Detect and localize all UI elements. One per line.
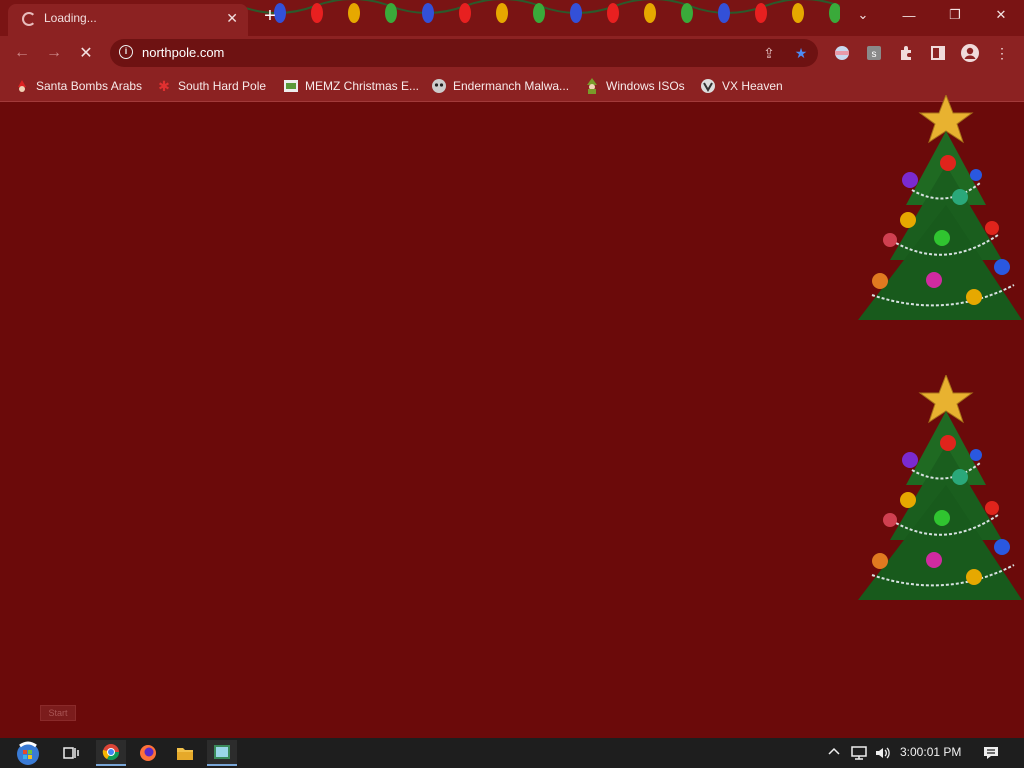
christmas-tree-image xyxy=(858,95,1022,320)
extensions-puzzle-icon[interactable] xyxy=(896,43,916,63)
taskbar-chrome[interactable] xyxy=(96,740,126,766)
screen: Loading... ✕ + ⌄ — ❐ ✕ ← → ✕ i northpole… xyxy=(0,0,1024,768)
taskbar: 3:00:01 PM xyxy=(0,738,1024,768)
browser-toolbar: ← → ✕ i northpole.com ⇪ ★ s ⋮ xyxy=(0,36,1024,70)
bookmark-label: Endermanch Malwa... xyxy=(453,79,570,93)
bookmark-label: MEMZ Christmas E... xyxy=(305,79,420,93)
taskbar-media-app[interactable] xyxy=(207,740,237,766)
windows-start-icon xyxy=(17,741,39,765)
task-view-icon xyxy=(63,747,79,759)
start-button[interactable] xyxy=(12,740,44,766)
taskbar-clock[interactable]: 3:00:01 PM xyxy=(900,745,961,759)
extension-s-icon[interactable]: s xyxy=(864,43,884,63)
folder-icon xyxy=(177,748,193,760)
bookmark-star-icon[interactable]: ★ xyxy=(792,44,810,62)
restore-button[interactable]: ❐ xyxy=(932,0,978,30)
forward-button[interactable]: → xyxy=(42,41,66,65)
bookmark-windows-isos[interactable]: Windows ISOs xyxy=(584,76,685,96)
media-app-icon xyxy=(214,745,230,759)
extension-flag-icon[interactable] xyxy=(832,43,852,63)
address-bar[interactable]: i northpole.com ⇪ ★ xyxy=(110,39,818,67)
address-url[interactable]: northpole.com xyxy=(142,45,224,60)
taskbar-firefox[interactable] xyxy=(133,740,163,766)
page-content: Start xyxy=(0,95,1024,738)
bookmark-endermanch-malware[interactable]: Endermanch Malwa... xyxy=(431,76,569,96)
close-window-button[interactable]: ✕ xyxy=(978,0,1024,30)
bookmark-label: VX Heaven xyxy=(722,79,783,93)
bookmark-vx-heaven[interactable]: VX Heaven xyxy=(700,76,783,96)
christmas-tree-image xyxy=(858,375,1022,600)
bookmark-memz-christmas[interactable]: MEMZ Christmas E... xyxy=(283,76,419,96)
share-icon[interactable]: ⇪ xyxy=(760,44,778,62)
taskbar-file-explorer[interactable] xyxy=(170,740,200,766)
active-tab[interactable]: Loading... ✕ xyxy=(8,4,248,36)
tab-search-button[interactable]: ⌄ xyxy=(840,0,886,30)
task-view-button[interactable] xyxy=(56,740,86,766)
network-icon[interactable] xyxy=(850,745,868,764)
new-tab-button[interactable]: + xyxy=(259,5,281,27)
minimize-button[interactable]: — xyxy=(886,0,932,30)
bookmark-label: South Hard Pole xyxy=(178,79,267,93)
bookmark-south-hard-pole[interactable]: ✱ South Hard Pole xyxy=(156,76,266,96)
volume-icon[interactable] xyxy=(874,745,892,764)
svg-text:s: s xyxy=(872,49,877,60)
action-center-icon[interactable] xyxy=(982,745,1000,764)
back-button[interactable]: ← xyxy=(10,41,34,65)
bookmark-label: Windows ISOs xyxy=(606,79,685,93)
stop-loading-button[interactable]: ✕ xyxy=(74,41,98,65)
endermanch-icon xyxy=(431,78,447,94)
snowflake-icon: ✱ xyxy=(158,77,170,94)
firefox-icon xyxy=(140,745,156,761)
site-info-icon[interactable]: i xyxy=(119,45,133,59)
tab-title: Loading... xyxy=(44,11,97,25)
start-stub[interactable]: Start xyxy=(40,705,76,721)
chrome-icon xyxy=(102,744,120,761)
bookmark-santa-bombs-arabs[interactable]: Santa Bombs Arabs xyxy=(14,76,142,96)
tab-strip: Loading... ✕ + ⌄ — ❐ ✕ xyxy=(0,0,1024,36)
elf-icon xyxy=(584,78,600,94)
side-panel-icon[interactable] xyxy=(928,43,948,63)
christmas-lights-decoration xyxy=(240,0,840,23)
vx-heaven-icon xyxy=(700,78,716,94)
tab-close-icon[interactable]: ✕ xyxy=(226,10,238,27)
santa-icon xyxy=(14,78,30,94)
menu-kebab-icon[interactable]: ⋮ xyxy=(992,43,1012,63)
profile-avatar-icon[interactable] xyxy=(960,43,980,63)
show-hidden-icons[interactable] xyxy=(828,745,840,759)
loading-spinner-icon xyxy=(22,12,36,26)
memz-icon xyxy=(283,78,299,94)
bookmark-label: Santa Bombs Arabs xyxy=(36,79,143,93)
